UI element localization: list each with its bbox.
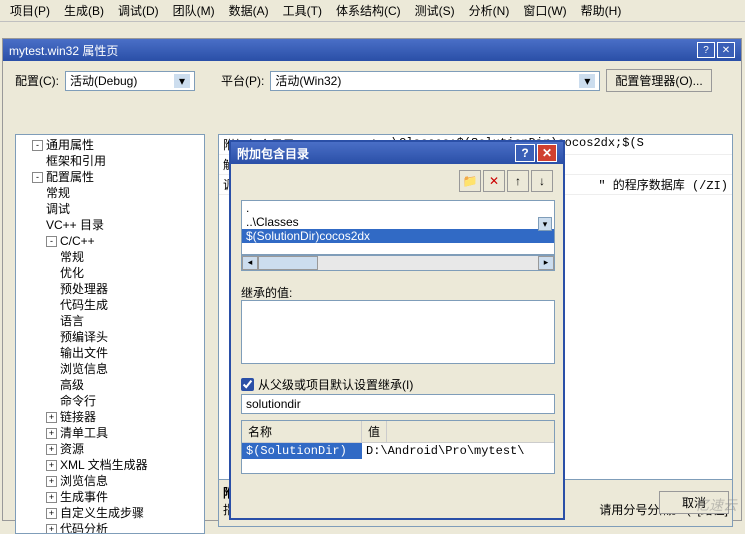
platform-label: 平台(P): bbox=[221, 72, 264, 89]
expand-icon[interactable]: + bbox=[46, 428, 57, 439]
tree-preprocessor[interactable]: 预处理器 bbox=[60, 282, 108, 296]
tree-build-events[interactable]: 生成事件 bbox=[60, 490, 108, 504]
menu-test[interactable]: 测试(S) bbox=[409, 0, 461, 21]
watermark: 亿速云 bbox=[695, 495, 737, 515]
tree-custom-build[interactable]: 自定义生成步骤 bbox=[60, 506, 144, 520]
menu-help[interactable]: 帮助(H) bbox=[575, 0, 628, 21]
config-value: 活动(Debug) bbox=[70, 72, 137, 89]
tree-browse2[interactable]: 浏览信息 bbox=[60, 474, 108, 488]
horizontal-scrollbar[interactable]: ◂ ▸ bbox=[241, 255, 555, 271]
menu-architecture[interactable]: 体系结构(C) bbox=[330, 0, 407, 21]
collapse-icon[interactable]: - bbox=[32, 172, 43, 183]
dialog-body: 📁 ✕ ↑ ↓ . ..\Classes $(SolutionDir)cocos… bbox=[231, 164, 563, 518]
tree-resources[interactable]: 资源 bbox=[60, 442, 84, 456]
chevron-down-icon: ▾ bbox=[579, 74, 595, 88]
col-value[interactable]: 值 bbox=[362, 421, 387, 442]
col-name[interactable]: 名称 bbox=[242, 421, 362, 442]
tree-config-props[interactable]: 配置属性 bbox=[46, 170, 94, 184]
inherit-checkbox-label: 从父级或项目默认设置继承(I) bbox=[258, 376, 413, 393]
help-icon[interactable]: ? bbox=[697, 42, 715, 58]
platform-combo[interactable]: 活动(Win32) ▾ bbox=[270, 71, 600, 91]
expand-icon[interactable]: + bbox=[46, 444, 57, 455]
expand-icon[interactable]: + bbox=[46, 412, 57, 423]
inherited-label: 继承的值: bbox=[241, 284, 292, 301]
menu-tools[interactable]: 工具(T) bbox=[277, 0, 328, 21]
new-folder-icon[interactable]: 📁 bbox=[459, 170, 481, 192]
tree-cmdline[interactable]: 命令行 bbox=[60, 394, 96, 408]
config-label: 配置(C): bbox=[15, 72, 59, 89]
menu-team[interactable]: 团队(M) bbox=[167, 0, 221, 21]
dialog-title: 附加包含目录 bbox=[237, 145, 309, 162]
properties-title: mytest.win32 属性页 bbox=[9, 42, 118, 59]
expand-icon[interactable]: + bbox=[46, 460, 57, 471]
tree-manifest[interactable]: 清单工具 bbox=[60, 426, 108, 440]
menu-analyze[interactable]: 分析(N) bbox=[463, 0, 516, 21]
dialog-help-icon[interactable]: ? bbox=[515, 144, 535, 162]
inherited-values-box bbox=[241, 300, 555, 364]
expand-icon[interactable]: + bbox=[46, 508, 57, 519]
scroll-left-icon[interactable]: ◂ bbox=[242, 256, 258, 270]
inherit-checkbox[interactable] bbox=[241, 378, 254, 391]
include-dirs-dialog: 附加包含目录 ? ✕ 📁 ✕ ↑ ↓ . ..\Classes $(Soluti… bbox=[229, 140, 565, 520]
tree-output-files[interactable]: 输出文件 bbox=[60, 346, 108, 360]
list-item[interactable]: ..\Classes bbox=[242, 215, 554, 229]
macro-value-cell: D:\Android\Pro\mytest\ bbox=[362, 443, 528, 459]
close-icon[interactable]: ✕ bbox=[717, 42, 735, 58]
tree-browse-info[interactable]: 浏览信息 bbox=[60, 362, 108, 376]
expand-icon[interactable]: + bbox=[46, 476, 57, 487]
tree-pch[interactable]: 预编译头 bbox=[60, 330, 108, 344]
table-row[interactable]: $(SolutionDir) D:\Android\Pro\mytest\ bbox=[242, 443, 554, 459]
collapse-icon[interactable]: - bbox=[32, 140, 43, 151]
paths-listbox[interactable]: . ..\Classes $(SolutionDir)cocos2dx ▾ bbox=[241, 200, 555, 255]
tree-general[interactable]: 常规 bbox=[46, 186, 70, 200]
properties-titlebar: mytest.win32 属性页 ? ✕ bbox=[3, 39, 741, 61]
tree-c-cpp[interactable]: C/C++ bbox=[60, 234, 95, 248]
config-row: 配置(C): 活动(Debug) ▾ 平台(P): 活动(Win32) ▾ 配置管理… bbox=[3, 61, 741, 100]
dialog-close-icon[interactable]: ✕ bbox=[537, 144, 557, 162]
expand-icon[interactable]: + bbox=[46, 492, 57, 503]
menu-build[interactable]: 生成(B) bbox=[58, 0, 110, 21]
tree-linker[interactable]: 链接器 bbox=[60, 410, 96, 424]
scroll-right-icon[interactable]: ▸ bbox=[538, 256, 554, 270]
tree-advanced[interactable]: 高级 bbox=[60, 378, 84, 392]
tree-debugging[interactable]: 调试 bbox=[46, 202, 70, 216]
platform-value: 活动(Win32) bbox=[275, 72, 341, 89]
list-item-selected[interactable]: $(SolutionDir)cocos2dx bbox=[242, 229, 554, 243]
macro-name-cell: $(SolutionDir) bbox=[242, 443, 362, 459]
move-up-icon[interactable]: ↑ bbox=[507, 170, 529, 192]
tree-optimization[interactable]: 优化 bbox=[60, 266, 84, 280]
move-down-icon[interactable]: ↓ bbox=[531, 170, 553, 192]
tree-xml-doc[interactable]: XML 文档生成器 bbox=[60, 458, 148, 472]
tree-language[interactable]: 语言 bbox=[60, 314, 84, 328]
macro-listview[interactable]: 名称 值 $(SolutionDir) D:\Android\Pro\mytes… bbox=[241, 420, 555, 474]
delete-icon[interactable]: ✕ bbox=[483, 170, 505, 192]
property-tree[interactable]: -通用属性 框架和引用 -配置属性 常规 调试 VC++ 目录 -C/C++ 常… bbox=[15, 134, 205, 534]
macro-search-input[interactable]: solutiondir bbox=[241, 394, 555, 414]
tree-framework-refs[interactable]: 框架和引用 bbox=[46, 154, 106, 168]
chevron-down-icon[interactable]: ▾ bbox=[538, 217, 552, 231]
scroll-thumb[interactable] bbox=[258, 256, 318, 270]
tree-codegen[interactable]: 代码生成 bbox=[60, 298, 108, 312]
dialog-titlebar: 附加包含目录 ? ✕ bbox=[231, 142, 563, 164]
expand-icon[interactable]: + bbox=[46, 524, 57, 534]
config-combo[interactable]: 活动(Debug) ▾ bbox=[65, 71, 195, 91]
menu-window[interactable]: 窗口(W) bbox=[517, 0, 572, 21]
collapse-icon[interactable]: - bbox=[46, 236, 57, 247]
list-item[interactable]: . bbox=[242, 201, 554, 215]
menu-debug[interactable]: 调试(D) bbox=[112, 0, 165, 21]
tree-vcpp-dirs[interactable]: VC++ 目录 bbox=[46, 218, 104, 232]
menu-project[interactable]: 项目(P) bbox=[4, 0, 56, 21]
menu-data[interactable]: 数据(A) bbox=[223, 0, 275, 21]
menubar: 项目(P) 生成(B) 调试(D) 团队(M) 数据(A) 工具(T) 体系结构… bbox=[0, 0, 745, 22]
tree-c-general[interactable]: 常规 bbox=[60, 250, 84, 264]
config-manager-button[interactable]: 配置管理器(O)... bbox=[606, 69, 711, 92]
chevron-down-icon: ▾ bbox=[174, 74, 190, 88]
tree-common[interactable]: 通用属性 bbox=[46, 138, 94, 152]
tree-code-analysis[interactable]: 代码分析 bbox=[60, 522, 108, 534]
